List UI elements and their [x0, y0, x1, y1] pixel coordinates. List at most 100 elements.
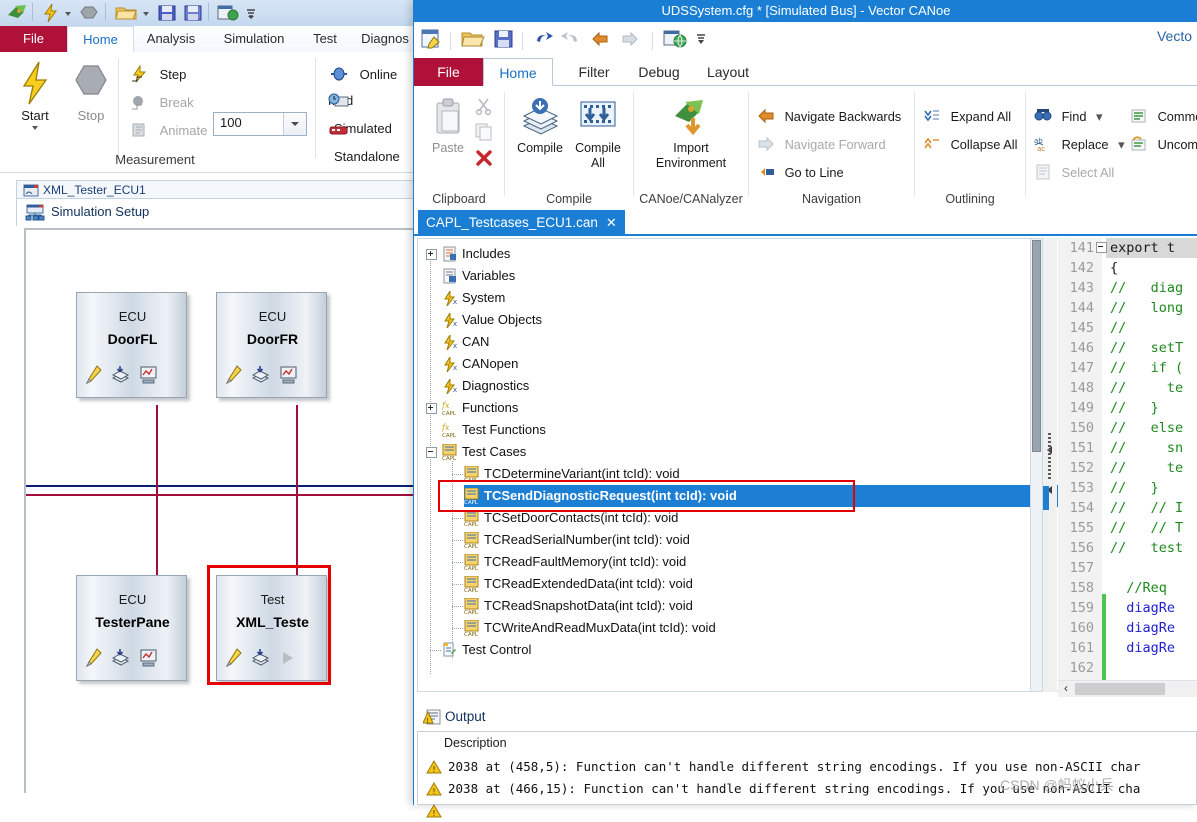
chevron-down-icon[interactable]: ▾	[1096, 109, 1102, 124]
canoe-tab-analysis[interactable]: Analysis	[134, 26, 208, 52]
capl-tab-layout[interactable]: Layout	[695, 58, 761, 86]
measurement-icon[interactable]	[279, 366, 299, 384]
code-line-number: 158	[1069, 580, 1094, 596]
tree-vertical-scrollbar[interactable]	[1030, 238, 1043, 692]
copy-icon[interactable]	[474, 122, 494, 142]
canoe-step-button[interactable]: Step	[130, 62, 186, 88]
canoe-tab-diagnostics[interactable]: Diagnos	[350, 26, 420, 52]
canoe-save-all-icon[interactable]	[182, 3, 204, 23]
capl-redo-icon[interactable]	[560, 29, 582, 49]
canoe-save-icon[interactable]	[156, 3, 178, 23]
canoe-stop-button[interactable]: Stop	[62, 60, 120, 123]
tree-code-splitter[interactable]	[1043, 238, 1057, 692]
capl-tab-filter[interactable]: Filter	[563, 58, 625, 86]
canoe-animate-label: Animate	[159, 123, 208, 138]
code-fold-toggle[interactable]	[1096, 242, 1107, 253]
capl-tab-debug[interactable]: Debug	[627, 58, 691, 86]
capl-paste-button[interactable]: Paste	[424, 98, 472, 155]
output-row[interactable]: !	[418, 800, 1197, 822]
expand-icon[interactable]	[426, 403, 437, 414]
capl-navigate-back-icon[interactable]	[590, 30, 610, 48]
capl-navigate-forward-button[interactable]: Navigate Forward	[757, 132, 886, 157]
chevron-down-icon[interactable]: ▾	[1118, 137, 1124, 152]
scrollbar-thumb[interactable]	[1075, 683, 1165, 695]
canoe-tab-file[interactable]: File	[0, 26, 67, 52]
capl-navigate-forward-icon[interactable]	[620, 30, 640, 48]
capl-tab-home[interactable]: Home	[483, 58, 553, 86]
sim-node-testerpane[interactable]: ECU TesterPane	[76, 575, 191, 685]
measurement-icon[interactable]	[139, 649, 159, 667]
scroll-left-icon[interactable]: ‹	[1058, 681, 1074, 697]
canoe-tab-test[interactable]: Test	[300, 26, 350, 52]
capl-group-navigation: Navigate Backwards Navigate Forward Go t…	[749, 86, 914, 209]
canoe-qat-more-icon[interactable]	[244, 3, 266, 23]
capl-group-outlining: Expand All Collapse All Outlining	[915, 86, 1025, 209]
capl-go-to-line-button[interactable]: Go to Line	[757, 160, 844, 185]
canoe-step-size-input[interactable]: 100	[213, 112, 307, 136]
tree-item-label: System	[462, 290, 506, 305]
capl-environment-icon[interactable]	[662, 28, 688, 50]
capl-collapse-all-button[interactable]: Collapse All	[923, 132, 1017, 157]
canoe-document-tab-label: XML_Tester_ECU1	[43, 183, 146, 197]
code-horizontal-scrollbar[interactable]: ‹	[1058, 680, 1197, 697]
canoe-start-icon[interactable]	[40, 3, 62, 23]
capl-compile-all-button[interactable]: Compile All	[569, 96, 627, 170]
sim-node-doorfr[interactable]: ECU DoorFR	[216, 292, 331, 402]
capl-uncomment-button[interactable]: Uncomm	[1130, 132, 1197, 157]
canoe-start-button[interactable]: Start	[6, 60, 64, 132]
capl-new-file-icon[interactable]	[420, 28, 444, 50]
canoe-app-icon[interactable]	[6, 3, 28, 23]
capl-open-icon[interactable]	[460, 28, 486, 50]
capl-import-environment-button[interactable]: Import Environment	[650, 96, 732, 170]
fx-bolt-icon: x	[444, 357, 457, 372]
scrollbar-thumb[interactable]	[1032, 240, 1041, 452]
svg-text:x: x	[453, 320, 457, 328]
capl-find-button[interactable]: Find ▾	[1034, 104, 1102, 129]
edit-pencil-icon[interactable]	[225, 365, 243, 385]
capl-qat-more-icon[interactable]	[694, 30, 708, 48]
capl-select-all-button[interactable]: Select All	[1034, 160, 1114, 185]
close-icon[interactable]: ✕	[606, 215, 617, 230]
chevron-down-icon[interactable]	[283, 113, 306, 135]
edit-pencil-icon[interactable]	[85, 648, 103, 668]
canoe-tab-simulation[interactable]: Simulation	[208, 26, 300, 52]
canoe-open-icon[interactable]	[114, 3, 137, 23]
code-line-number: 153	[1069, 480, 1094, 496]
code-line-text: {	[1110, 260, 1119, 276]
code-line-text: diagRe	[1110, 620, 1176, 636]
capl-save-icon[interactable]	[492, 28, 516, 50]
scissors-icon[interactable]	[474, 96, 494, 116]
sim-node-selection-highlight	[207, 565, 331, 685]
canoe-animate-button[interactable]: Animate	[130, 118, 207, 144]
canoe-break-button[interactable]: Break	[130, 90, 194, 116]
capl-compile-button[interactable]: Compile	[511, 96, 569, 155]
compile-stack-icon[interactable]	[251, 366, 271, 384]
testcase-icon: CAPL	[464, 554, 479, 570]
canoe-online-mode-button[interactable]: Online Mod	[328, 62, 412, 108]
collapse-icon[interactable]	[426, 447, 437, 458]
capl-comment-button[interactable]: Commen	[1130, 104, 1197, 129]
canoe-step-size-value: 100	[220, 115, 242, 130]
capl-replace-button[interactable]: ab ac Replace ▾	[1034, 132, 1125, 157]
sim-node-xml-tester[interactable]: Test XML_Teste	[207, 565, 331, 685]
capl-tab-file[interactable]: File	[414, 58, 483, 86]
sim-node-doorfl[interactable]: ECU DoorFL	[76, 292, 191, 402]
edit-pencil-icon[interactable]	[85, 365, 103, 385]
compile-stack-icon[interactable]	[111, 366, 131, 384]
capl-navigate-backwards-button[interactable]: Navigate Backwards	[757, 104, 901, 129]
canoe-stop-icon[interactable]	[78, 3, 100, 23]
svg-text:CAPL: CAPL	[464, 544, 479, 548]
measurement-icon[interactable]	[139, 366, 159, 384]
capl-undo-icon[interactable]	[532, 29, 554, 49]
canoe-standalone-button[interactable]: Standalone	[328, 118, 412, 164]
capl-code-editor[interactable]: 141 142 143 144 145 146 147 148 149 150 …	[1058, 238, 1197, 680]
canoe-simulated-button[interactable]: Simulated	[328, 90, 412, 136]
expand-icon[interactable]	[426, 249, 437, 260]
canoe-tab-home[interactable]: Home	[67, 26, 134, 52]
capl-expand-all-button[interactable]: Expand All	[923, 104, 1011, 129]
canoe-config-icon[interactable]	[216, 3, 239, 23]
splitter-marker[interactable]	[1043, 486, 1049, 510]
compile-stack-icon[interactable]	[111, 649, 131, 667]
capl-file-tab-active[interactable]: CAPL_Testcases_ECU1.can ✕	[418, 210, 625, 236]
delete-icon[interactable]	[474, 148, 494, 168]
